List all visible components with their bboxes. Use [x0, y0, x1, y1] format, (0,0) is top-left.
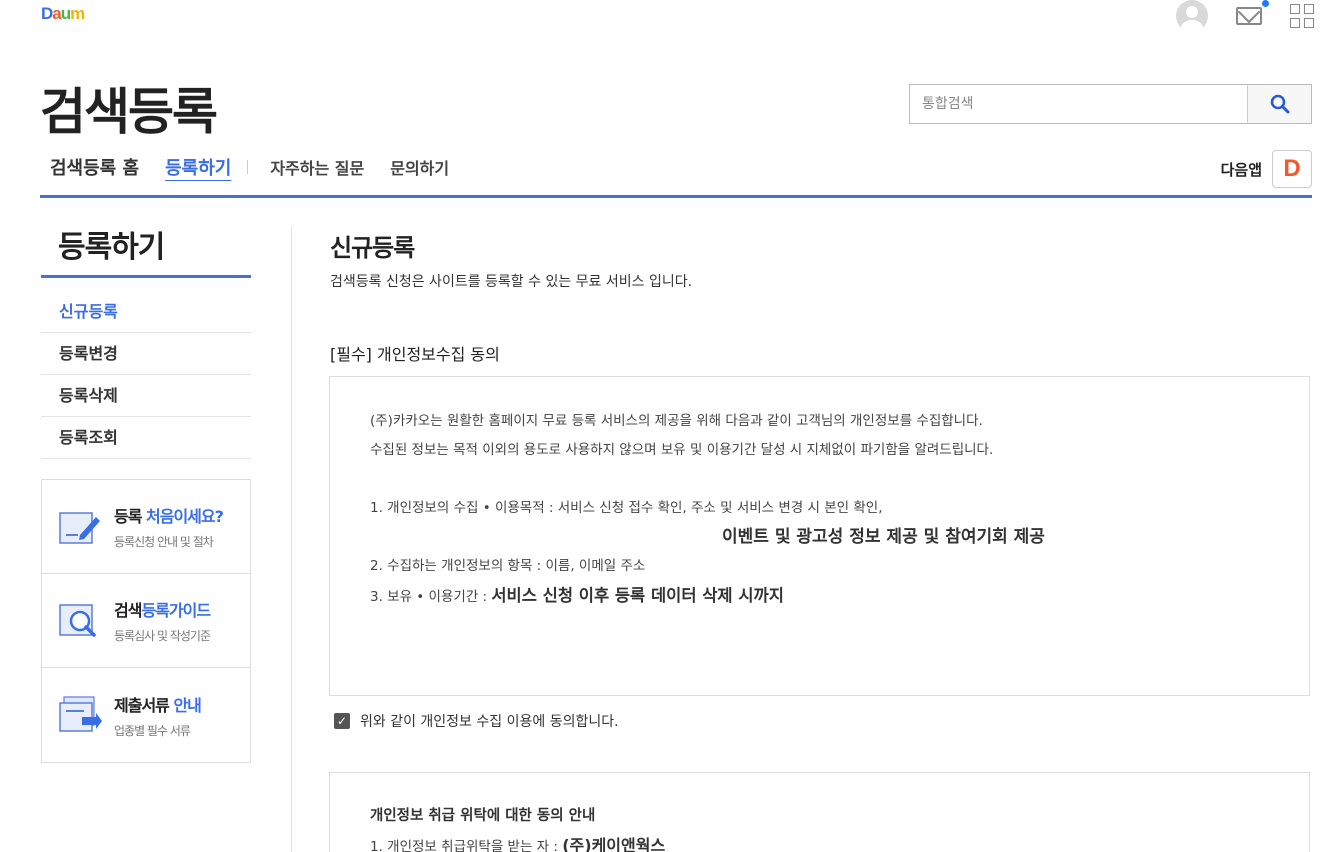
terms-item: 3. 보유 • 이용기간 : 서비스 신청 이후 등록 데이터 삭제 시까지 — [370, 586, 784, 605]
daum-app-link[interactable]: 다음앱 D — [1221, 150, 1312, 188]
nav-divider — [247, 160, 249, 174]
terms-item-continued: 이벤트 및 광고성 정보 제공 및 참여기회 제공 — [722, 527, 1045, 547]
top-utility-bar — [1176, 0, 1314, 32]
privacy-section-title: [필수] 개인정보수집 동의 — [330, 345, 500, 364]
privacy-terms-box[interactable]: (주)카카오는 원활한 홈페이지 무료 등록 서비스의 제공을 위해 다음과 같… — [329, 376, 1310, 696]
sidebar-item-lookup[interactable]: 등록조회 — [41, 417, 251, 459]
logo-letter-m: m — [70, 4, 85, 23]
nav-home[interactable]: 검색등록 홈 — [50, 154, 139, 180]
sidebar-banners: 등록 처음이세요? 등록신청 안내 및 절차 검색등록가이드 등록심사 및 작성… — [41, 479, 251, 763]
daum-logo[interactable]: Daum — [41, 4, 85, 24]
user-avatar-icon[interactable] — [1176, 0, 1208, 32]
privacy-agree[interactable]: ✓ 위와 같이 개인정보 수집 이용에 동의합니다. — [334, 711, 619, 731]
nav-contact[interactable]: 문의하기 — [390, 155, 449, 179]
sidebar-title: 등록하기 — [58, 230, 165, 265]
terms-line: 수집된 정보는 목적 이외의 용도로 사용하지 않으며 보유 및 이용기간 달성… — [370, 442, 994, 458]
terms-item: 2. 수집하는 개인정보의 항목 : 이름, 이메일 주소 — [370, 558, 646, 574]
banner-title: 제출서류 안내 — [114, 695, 202, 715]
agree-checkbox[interactable]: ✓ — [334, 713, 350, 729]
magnifier-document-icon — [58, 601, 104, 641]
banner-subtitle: 등록심사 및 작성기준 — [114, 629, 211, 643]
terms-item: 1. 개인정보 취급위탁을 받는 자 : (주)케이앤웍스 — [370, 836, 666, 852]
search-button[interactable] — [1247, 85, 1311, 123]
banner-title: 검색등록가이드 — [114, 601, 211, 620]
nav-register[interactable]: 등록하기 — [165, 154, 231, 180]
terms-item: 1. 개인정보의 수집 • 이용목적 : 서비스 신청 접수 확인, 주소 및 … — [370, 500, 883, 516]
document-stack-icon — [58, 695, 104, 735]
logo-letter-a: a — [52, 4, 62, 23]
search-box — [909, 84, 1312, 124]
notification-dot — [1262, 0, 1269, 7]
agree-label: 위와 같이 개인정보 수집 이용에 동의합니다. — [360, 714, 619, 730]
content-divider — [291, 226, 292, 852]
search-icon — [1270, 94, 1289, 114]
outsourcing-terms-box[interactable]: 개인정보 취급 위탁에 대한 동의 안내 1. 개인정보 취급위탁을 받는 자 … — [329, 772, 1310, 852]
content-description: 검색등록 신청은 사이트를 등록할 수 있는 무료 서비스 입니다. — [330, 274, 693, 290]
sidebar-menu: 신규등록 등록변경 등록삭제 등록조회 — [41, 291, 251, 459]
terms-heading: 개인정보 취급 위탁에 대한 동의 안내 — [370, 808, 596, 824]
banner-documents[interactable]: 제출서류 안내 업종별 필수 서류 — [42, 668, 250, 762]
daum-app-label: 다음앱 — [1220, 160, 1262, 179]
main-nav: 검색등록 홈 등록하기 자주하는 질문 문의하기 — [50, 154, 475, 180]
document-pen-icon — [58, 507, 104, 547]
nav-faq[interactable]: 자주하는 질문 — [270, 155, 364, 179]
daum-app-icon: D — [1272, 150, 1312, 188]
mail-icon[interactable] — [1236, 0, 1269, 25]
terms-line: (주)카카오는 원활한 홈페이지 무료 등록 서비스의 제공을 위해 다음과 같… — [370, 413, 983, 429]
banner-guide[interactable]: 검색등록가이드 등록심사 및 작성기준 — [42, 574, 250, 668]
page-title[interactable]: 검색등록 — [40, 72, 218, 144]
logo-letter-d: D — [41, 4, 53, 23]
search-input[interactable] — [910, 85, 1247, 123]
logo-letter-u: u — [60, 4, 71, 23]
sidebar-item-modify[interactable]: 등록변경 — [41, 333, 251, 375]
sidebar-title-underline — [41, 275, 251, 278]
header-divider — [40, 195, 1312, 198]
banner-first-time[interactable]: 등록 처음이세요? 등록신청 안내 및 절차 — [42, 480, 250, 574]
banner-title: 등록 처음이세요? — [114, 507, 224, 526]
content-title: 신규등록 — [330, 234, 415, 262]
apps-grid-icon[interactable] — [1290, 4, 1314, 28]
banner-subtitle: 등록신청 안내 및 절차 — [114, 535, 214, 549]
sidebar-item-delete[interactable]: 등록삭제 — [41, 375, 251, 417]
sidebar-item-new-registration[interactable]: 신규등록 — [41, 291, 251, 333]
banner-subtitle: 업종별 필수 서류 — [114, 723, 191, 738]
